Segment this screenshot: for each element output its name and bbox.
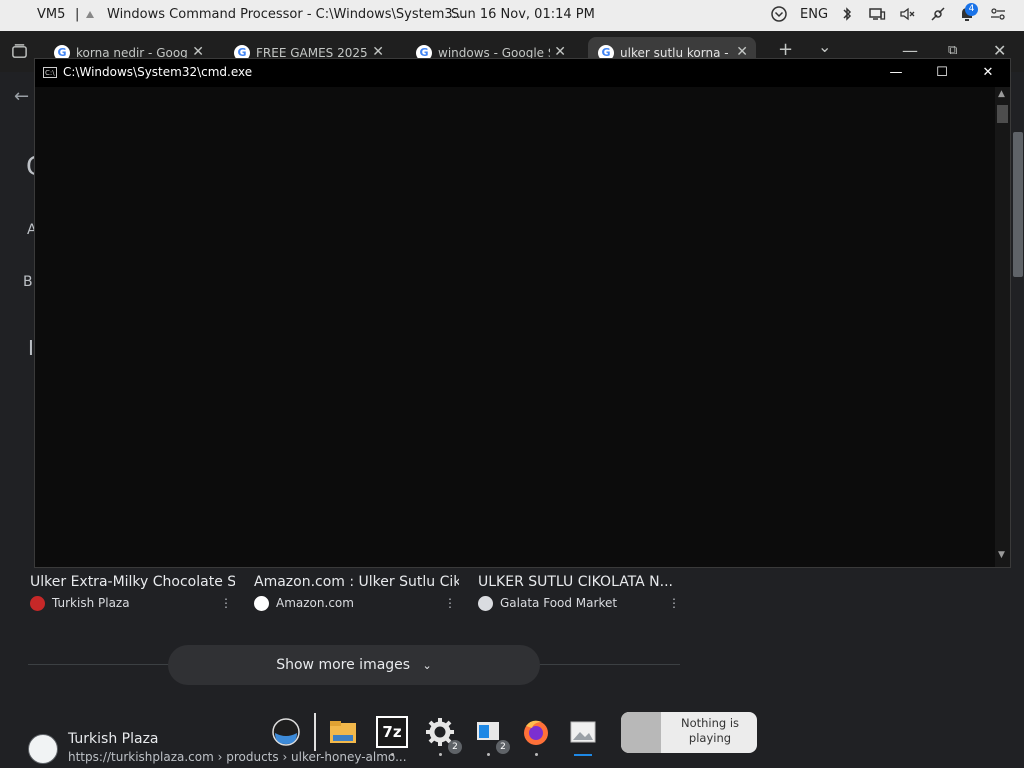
page-scrollbar-thumb[interactable] <box>1013 132 1023 277</box>
running-indicator <box>487 753 490 756</box>
cmd-window-title: C:\Windows\System32\cmd.exe <box>63 65 253 79</box>
more-options-icon[interactable]: ⋮ <box>668 596 680 610</box>
dock-item-7zip[interactable]: 7z <box>372 712 412 756</box>
vm-label: VM5 <box>37 7 66 22</box>
tab-groups-icon[interactable] <box>11 43 28 64</box>
active-window-title[interactable]: Windows Command Processor - C:\Windows\S… <box>107 7 465 22</box>
scroll-up-icon[interactable]: ▲ <box>998 89 1005 99</box>
image-viewer-icon <box>570 721 596 743</box>
result-site-name[interactable]: Turkish Plaza <box>68 731 159 747</box>
cmd-maximize-button[interactable]: ☐ <box>919 59 965 87</box>
dock-item-drive[interactable] <box>266 712 306 756</box>
cmd-close-button[interactable]: ✕ <box>965 59 1011 87</box>
window-count: 2 <box>496 740 510 754</box>
clock[interactable]: Sun 16 Nov, 01:14 PM <box>451 7 595 22</box>
source-favicon-icon <box>478 596 493 611</box>
dock-item-window[interactable]: 2 <box>468 712 510 756</box>
browser-restore-icon[interactable]: ⧉ <box>948 43 957 58</box>
chip-peek[interactable]: B <box>23 274 33 290</box>
cmd-console-area[interactable] <box>35 87 995 567</box>
active-indicator <box>574 754 592 756</box>
7zip-icon: 7z <box>376 716 408 748</box>
bluetooth-icon[interactable] <box>838 5 856 23</box>
settings-toggle-icon[interactable] <box>989 5 1007 23</box>
files-icon <box>330 721 356 743</box>
image-result-caption[interactable]: Amazon.com : Ulker Sutlu Cik... <box>254 574 459 590</box>
dock-item-files[interactable] <box>323 712 363 756</box>
system-top-bar: VM5 | Windows Command Processor - C:\Win… <box>0 0 1024 31</box>
more-options-icon[interactable]: ⋮ <box>444 596 456 610</box>
running-indicator <box>391 753 394 756</box>
back-arrow-icon[interactable]: ← <box>14 86 29 107</box>
cmd-window[interactable]: C:\ C:\Windows\System32\cmd.exe — ☐ ✕ ▲ … <box>34 58 1011 568</box>
media-player-widget[interactable]: Nothing is playing <box>621 712 757 753</box>
image-result-source[interactable]: Galata Food Market <box>500 596 617 610</box>
dock-item-firefox[interactable] <box>516 712 556 756</box>
cmd-titlebar[interactable]: C:\ C:\Windows\System32\cmd.exe — ☐ ✕ <box>35 59 1010 87</box>
cmd-minimize-button[interactable]: — <box>873 59 919 87</box>
drive-icon <box>272 718 300 746</box>
settings-window-count: 2 <box>448 740 462 754</box>
cmd-scrollbar[interactable]: ▲ ▼ <box>995 87 1010 567</box>
cmd-scrollbar-thumb[interactable] <box>997 105 1008 123</box>
network-icon[interactable] <box>929 5 947 23</box>
media-artwork <box>621 712 661 753</box>
dock-item-image-viewer[interactable] <box>563 712 603 756</box>
show-more-images-button[interactable]: Show more images ⌄ <box>168 645 540 685</box>
volume-icon[interactable] <box>898 5 916 23</box>
image-result-source[interactable]: Amazon.com <box>276 596 354 610</box>
media-status-text: Nothing is playing <box>680 716 740 745</box>
firefox-icon <box>524 720 548 745</box>
result-site-favicon-icon <box>28 734 58 764</box>
running-indicator <box>535 753 538 756</box>
dock-separator <box>314 713 316 751</box>
image-result-2[interactable]: Amazon.com : Ulker Sutlu Cik... Amazon.c… <box>254 574 464 612</box>
scroll-down-icon[interactable]: ▼ <box>998 550 1005 560</box>
show-more-label: Show more images <box>276 657 411 673</box>
language-indicator[interactable]: ENG <box>800 7 828 22</box>
more-options-icon[interactable]: ⋮ <box>220 596 232 610</box>
image-result-3[interactable]: ULKER SUTLU CIKOLATA N... Galata Food Ma… <box>478 574 688 612</box>
new-tab-button[interactable]: + <box>778 39 793 60</box>
dock-item-settings[interactable]: 2 <box>420 712 462 756</box>
chevron-circle-icon[interactable] <box>770 5 788 23</box>
page-scrollbar[interactable] <box>1012 122 1024 742</box>
display-icon[interactable] <box>868 5 886 23</box>
tab-list-button[interactable]: ⌄ <box>818 37 831 56</box>
chevron-down-icon: ⌄ <box>422 659 432 672</box>
image-result-1[interactable]: Ülker Extra-Milky Chocolate S... Turkish… <box>30 574 240 612</box>
cmd-app-icon: C:\ <box>43 67 57 78</box>
image-result-caption[interactable]: Ülker Extra-Milky Chocolate S... <box>30 574 235 590</box>
notification-count-badge: 4 <box>965 3 978 16</box>
image-result-source[interactable]: Turkish Plaza <box>52 596 130 610</box>
amazon-favicon-icon <box>254 596 269 611</box>
bar-separator: | <box>75 7 80 22</box>
image-result-caption[interactable]: ULKER SUTLU CIKOLATA N... <box>478 574 683 590</box>
app-icon <box>85 8 95 18</box>
source-favicon-icon <box>30 596 45 611</box>
running-indicator <box>439 753 442 756</box>
